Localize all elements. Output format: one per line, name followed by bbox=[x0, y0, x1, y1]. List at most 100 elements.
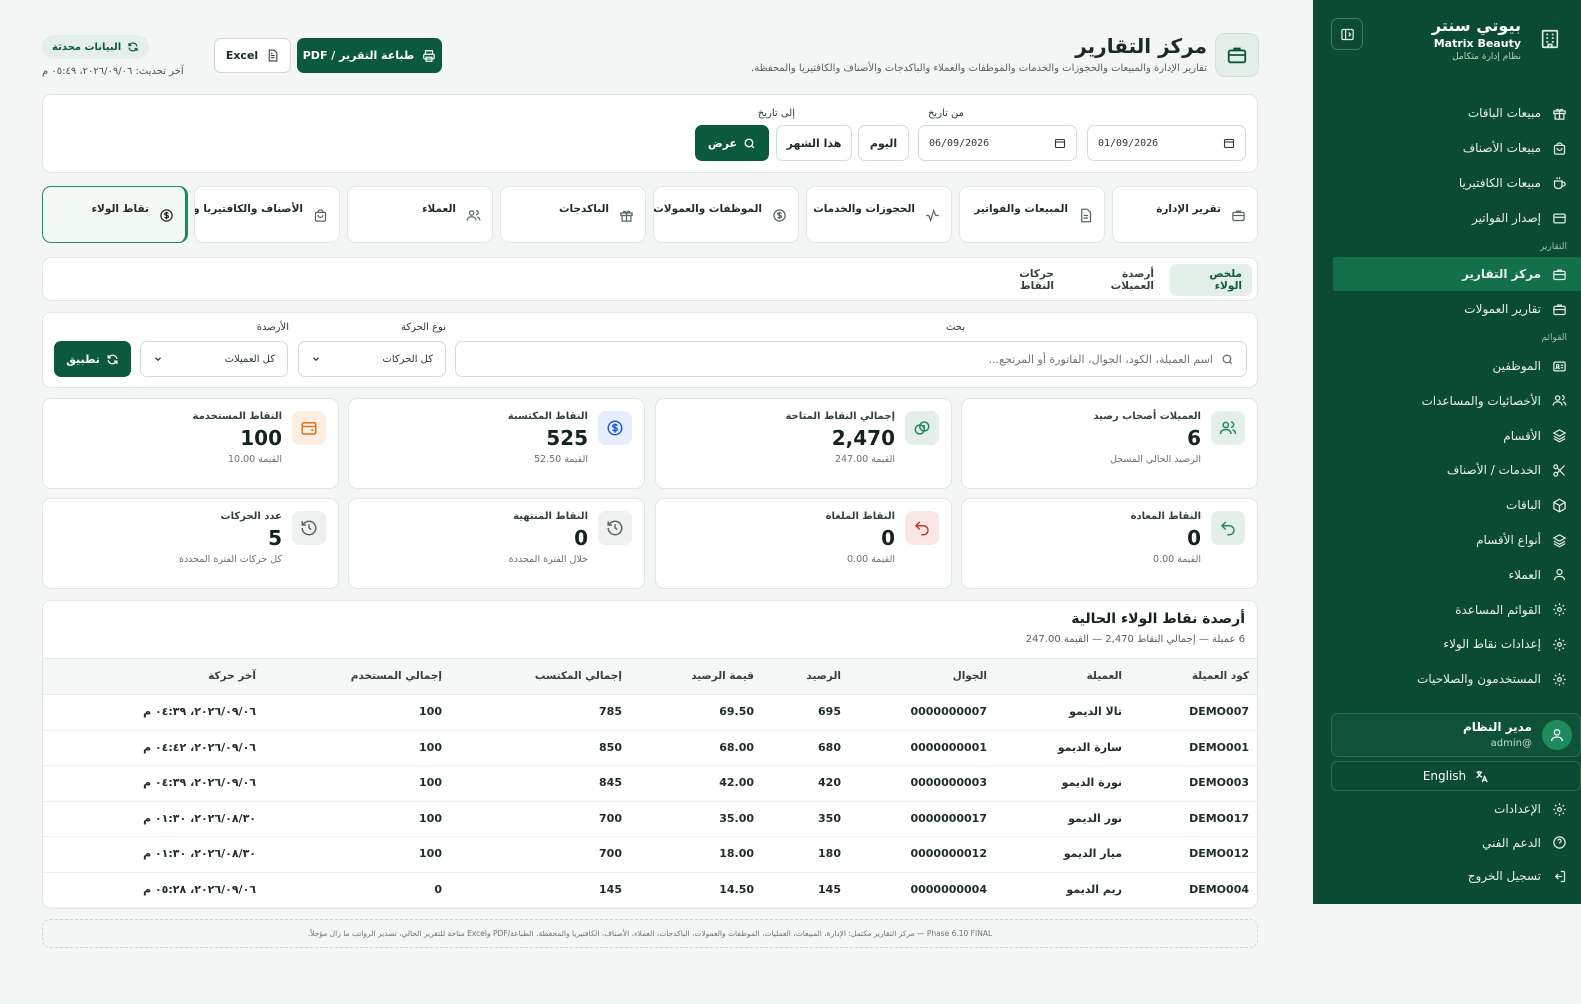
apply-button[interactable]: تطبيق bbox=[54, 341, 131, 377]
page-title: مركز التقارير bbox=[1075, 34, 1207, 58]
table-row[interactable]: DEMO004 ريم الديمو 0000000004 145 14.50 145 0 ٢… bbox=[43, 873, 1257, 908]
sidebar-item-lists-0[interactable]: الموظفين bbox=[1333, 349, 1581, 383]
balances-select[interactable]: كل العميلات bbox=[140, 341, 288, 377]
last-update-time: آخر تحديث: ٢٠٢٦/٠٩/٠٦، ٠٥:٤٩ م bbox=[42, 66, 184, 77]
sidebar-item-label: الإعدادات bbox=[1494, 802, 1541, 816]
table-cell: DEMO017 bbox=[1189, 811, 1249, 825]
scissors-icon bbox=[1551, 462, 1567, 478]
translate-icon bbox=[1474, 769, 1489, 784]
sidebar-item-bottom-1[interactable]: الدعم الفني bbox=[1333, 826, 1581, 860]
sidebar-item-label: العملاء bbox=[1508, 567, 1541, 582]
tab-packages[interactable]: الباكدجات bbox=[500, 186, 646, 243]
table-row[interactable]: DEMO001 سارة الديمو 0000000001 680 68.00 850 1… bbox=[43, 731, 1257, 766]
from-date-input[interactable]: 01/09/2026 bbox=[1087, 125, 1246, 161]
sidebar-item-top-0[interactable]: مبيعات الباقات bbox=[1333, 96, 1581, 130]
sidebar-item-lists-9[interactable]: المستخدمون والصلاحيات bbox=[1333, 662, 1581, 696]
sidebar-item-lists-1[interactable]: الأخصائيات والمساعدات bbox=[1333, 384, 1581, 418]
subtab-loyalty-summary[interactable]: ملخص الولاء bbox=[1170, 264, 1252, 296]
tab-loyalty-points[interactable]: نقاط الولاء bbox=[42, 186, 188, 243]
table-row[interactable]: DEMO017 نور الديمو 0000000017 350 35.00 700 10… bbox=[43, 802, 1257, 837]
table-cell: 69.50 bbox=[719, 705, 754, 718]
table-cell: 420 bbox=[818, 776, 841, 789]
tab-customers[interactable]: العملاء bbox=[347, 186, 493, 243]
sidebar-item-reports-1[interactable]: تقارير العمولات bbox=[1333, 292, 1581, 326]
stat-returned-points: النقاط المعادة 0 القيمة 0.00 bbox=[961, 498, 1258, 589]
col-customer-code[interactable]: كود العميلة bbox=[1192, 670, 1249, 682]
sidebar-item-label: الأقسام bbox=[1503, 428, 1541, 443]
col-customer[interactable]: العميلة bbox=[1087, 670, 1122, 682]
user-handle: @admin bbox=[1490, 738, 1532, 749]
sidebar-item-lists-5[interactable]: أنواع الأقسام bbox=[1333, 523, 1581, 557]
subtab-points-movements[interactable]: حركات النقاط bbox=[980, 264, 1064, 296]
table-cell: 0000000004 bbox=[910, 882, 987, 896]
table-cell: 0000000001 bbox=[910, 740, 987, 754]
col-last-movement[interactable]: آخر حركة bbox=[208, 670, 256, 682]
today-button[interactable]: اليوم bbox=[858, 125, 909, 161]
users-icon bbox=[464, 206, 482, 224]
sidebar-item-label: إعدادات نقاط الولاء bbox=[1443, 637, 1541, 652]
sidebar-item-lists-4[interactable]: الباقات bbox=[1333, 488, 1581, 522]
language-toggle-button[interactable]: English bbox=[1331, 761, 1581, 791]
table-row[interactable]: DEMO012 ميار الديمو 0000000012 180 18.00 700 1… bbox=[43, 837, 1257, 873]
table-cell: ميار الديمو bbox=[1063, 847, 1122, 860]
col-balance-value[interactable]: قيمة الرصيد bbox=[691, 670, 754, 682]
user-card[interactable]: مدير النظام @admin bbox=[1331, 713, 1581, 757]
loyalty-balances-table: أرصدة نقاط الولاء الحالية 6 عميلة — إجما… bbox=[42, 600, 1258, 909]
table-cell: 700 bbox=[599, 847, 622, 860]
table-cell: 145 bbox=[599, 882, 622, 896]
table-row[interactable]: DEMO007 تالا الديمو 0000000007 695 69.50 785 1… bbox=[43, 695, 1257, 731]
sidebar-item-bottom-0[interactable]: الإعدادات bbox=[1333, 792, 1581, 826]
table-cell: 0 bbox=[434, 882, 442, 896]
page-subtitle: تقارير الإدارة والمبيعات والحجوزات والخد… bbox=[751, 63, 1207, 74]
sidebar-item-top-1[interactable]: مبيعات الأصناف bbox=[1333, 131, 1581, 165]
col-total-earned[interactable]: إجمالي المكتسب bbox=[535, 670, 622, 682]
briefcase-icon bbox=[1229, 206, 1247, 224]
movement-type-label: نوع الحركة bbox=[400, 322, 446, 333]
sidebar-item-top-2[interactable]: مبيعات الكافتيريا bbox=[1333, 166, 1581, 200]
dollar-icon bbox=[598, 411, 632, 445]
bag-icon bbox=[1551, 140, 1567, 156]
search-input[interactable]: اسم العميلة، الكود، الجوال، الفاتورة أو … bbox=[455, 341, 1247, 377]
sidebar-item-bottom-2[interactable]: تسجيل الخروج bbox=[1333, 859, 1581, 893]
data-updated-badge[interactable]: البيانات محدثة bbox=[42, 35, 150, 59]
sidebar-item-label: إصدار الفواتير bbox=[1472, 211, 1541, 225]
table-row[interactable]: DEMO003 نورة الديمو 0000000003 420 42.00 845 1… bbox=[43, 766, 1257, 802]
gear-icon bbox=[1551, 671, 1567, 687]
stat-expired-points: النقاط المنتهية 0 خلال الفترة المحددة bbox=[348, 498, 645, 589]
table-cell: DEMO003 bbox=[1189, 776, 1249, 789]
table-cell: 100 bbox=[419, 705, 442, 718]
table-cell: DEMO007 bbox=[1189, 705, 1249, 718]
spreadsheet-icon bbox=[266, 49, 279, 62]
col-balance[interactable]: الرصيد bbox=[806, 670, 841, 682]
to-date-input[interactable]: 06/09/2026 bbox=[918, 125, 1077, 161]
sidebar-item-lists-6[interactable]: العملاء bbox=[1333, 558, 1581, 592]
sidebar-item-lists-2[interactable]: الأقسام bbox=[1333, 419, 1581, 453]
gift-icon bbox=[1551, 105, 1567, 121]
movement-type-select[interactable]: كل الحركات bbox=[298, 341, 446, 377]
table-header: كود العميلة العميلة الجوال الرصيد قيمة ا… bbox=[43, 658, 1257, 695]
sidebar-item-top-3[interactable]: إصدار الفواتير bbox=[1333, 201, 1581, 235]
table-cell: 0000000017 bbox=[910, 811, 987, 825]
sidebar-item-lists-7[interactable]: القوائم المساعدة bbox=[1333, 593, 1581, 627]
tab-items-cafeteria-wallet[interactable]: الأصناف والكافتيريا والمحفظة bbox=[194, 186, 340, 243]
show-button[interactable]: عرض bbox=[695, 125, 769, 161]
print-pdf-button[interactable]: طباعة التقرير / PDF bbox=[297, 38, 442, 73]
excel-export-button[interactable]: Excel bbox=[214, 38, 291, 73]
tab-management-report[interactable]: تقرير الإدارة bbox=[1112, 186, 1258, 243]
subtab-customer-balances[interactable]: أرصدة العميلات bbox=[1071, 264, 1164, 296]
sidebar-item-reports-0[interactable]: مركز التقارير bbox=[1333, 257, 1581, 291]
table-cell: 785 bbox=[599, 705, 622, 718]
sidebar-collapse-button[interactable] bbox=[1331, 18, 1363, 50]
sidebar-item-lists-8[interactable]: إعدادات نقاط الولاء bbox=[1333, 627, 1581, 661]
table-title: أرصدة نقاط الولاء الحالية bbox=[1071, 611, 1245, 627]
col-total-used[interactable]: إجمالي المستخدم bbox=[351, 670, 442, 682]
history-icon bbox=[292, 511, 326, 545]
sidebar-item-lists-3[interactable]: الخدمات / الأصناف bbox=[1333, 453, 1581, 487]
tab-staff-commissions[interactable]: الموظفات والعمولات bbox=[653, 186, 799, 243]
table-cell: 850 bbox=[599, 740, 622, 754]
tab-sales-invoices[interactable]: المبيعات والفواتير bbox=[959, 186, 1105, 243]
users-icon bbox=[1211, 411, 1245, 445]
tab-bookings-services[interactable]: الحجوزات والخدمات bbox=[806, 186, 952, 243]
col-phone[interactable]: الجوال bbox=[953, 670, 987, 682]
this-month-button[interactable]: هذا الشهر bbox=[776, 125, 852, 161]
